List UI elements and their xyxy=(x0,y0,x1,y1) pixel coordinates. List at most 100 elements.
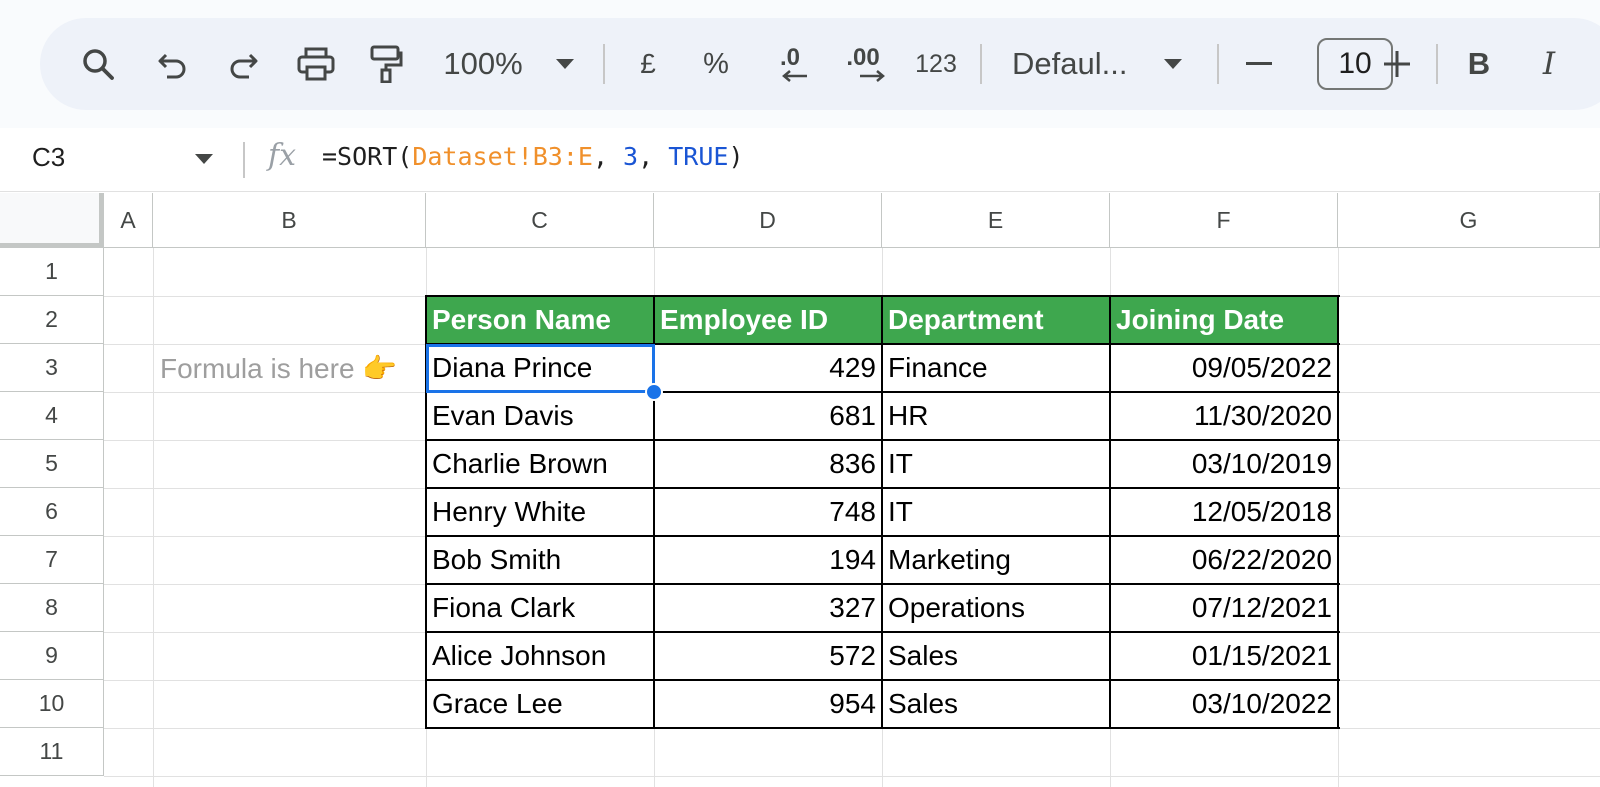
paint-format-icon[interactable] xyxy=(358,18,414,110)
name-box-dropdown-icon[interactable] xyxy=(195,154,213,164)
column-header-f[interactable]: F xyxy=(1110,193,1338,248)
table-border xyxy=(426,631,1340,633)
table-header-cell[interactable]: Person Name xyxy=(426,296,654,344)
column-header-a[interactable]: A xyxy=(104,193,153,248)
zoom-dropdown-icon[interactable] xyxy=(550,18,580,110)
row-header-4[interactable]: 4 xyxy=(0,392,104,440)
table-cell[interactable]: 09/05/2022 xyxy=(1110,344,1338,392)
table-border xyxy=(426,679,1340,681)
row-header-9[interactable]: 9 xyxy=(0,632,104,680)
formula-token: =SORT( xyxy=(322,142,413,171)
decrease-decimal-button[interactable]: .0 xyxy=(762,18,818,110)
row-header-2[interactable]: 2 xyxy=(0,296,104,344)
table-cell[interactable]: 572 xyxy=(654,632,882,680)
column-header-b[interactable]: B xyxy=(153,193,426,248)
select-all-corner[interactable] xyxy=(0,193,104,248)
zoom-value[interactable]: 100% xyxy=(438,18,528,110)
table-cell[interactable]: Evan Davis xyxy=(426,392,654,440)
table-border xyxy=(426,583,1340,585)
spreadsheet-grid: A B C D E F G 1 2 3 4 5 6 7 8 9 10 11 Formula is here 👉 Per… xyxy=(0,193,1600,787)
fill-handle[interactable] xyxy=(645,383,663,401)
table-cell[interactable]: 12/05/2018 xyxy=(1110,488,1338,536)
row-header-7[interactable]: 7 xyxy=(0,536,104,584)
table-border xyxy=(1109,295,1111,729)
table-header-cell[interactable]: Department xyxy=(882,296,1110,344)
table-cell[interactable]: HR xyxy=(882,392,1110,440)
font-dropdown-icon[interactable] xyxy=(1158,18,1188,110)
currency-format-button[interactable]: £ xyxy=(628,18,668,110)
table-cell[interactable]: IT xyxy=(882,440,1110,488)
table-header-cell[interactable]: Joining Date xyxy=(1110,296,1338,344)
table-cell[interactable]: Henry White xyxy=(426,488,654,536)
formula-bar-divider xyxy=(243,142,245,178)
table-cell[interactable]: 07/12/2021 xyxy=(1110,584,1338,632)
row-header-6[interactable]: 6 xyxy=(0,488,104,536)
bold-button[interactable]: B xyxy=(1456,18,1502,110)
toolbar-divider xyxy=(980,44,982,84)
italic-button[interactable]: I xyxy=(1526,18,1572,110)
row-header-8[interactable]: 8 xyxy=(0,584,104,632)
print-icon[interactable] xyxy=(288,18,344,110)
row-header-1[interactable]: 1 xyxy=(0,248,104,296)
column-header-g[interactable]: G xyxy=(1338,193,1600,248)
table-cell[interactable]: 327 xyxy=(654,584,882,632)
table-cell[interactable]: IT xyxy=(882,488,1110,536)
table-border xyxy=(426,535,1340,537)
table-cell[interactable]: Grace Lee xyxy=(426,680,654,728)
search-icon[interactable] xyxy=(70,18,126,110)
table-border xyxy=(1337,295,1339,729)
table-cell[interactable]: 06/22/2020 xyxy=(1110,536,1338,584)
formula-token: ) xyxy=(728,142,744,171)
selected-cell-outline xyxy=(426,344,655,393)
table-cell[interactable]: Operations xyxy=(882,584,1110,632)
table-cell[interactable]: 11/30/2020 xyxy=(1110,392,1338,440)
formula-bar: C3 fx =SORT(Dataset!B3:E, 3, TRUE) xyxy=(0,128,1600,192)
formula-token: , xyxy=(592,142,624,171)
redo-icon[interactable] xyxy=(216,18,270,110)
arrow-left-icon xyxy=(782,70,807,82)
table-cell[interactable]: 681 xyxy=(654,392,882,440)
table-cell[interactable]: Sales xyxy=(882,680,1110,728)
table-border xyxy=(426,295,1340,297)
table-cell[interactable]: Sales xyxy=(882,632,1110,680)
formula-input[interactable]: =SORT(Dataset!B3:E, 3, TRUE) xyxy=(322,142,744,171)
fx-icon: fx xyxy=(268,138,297,173)
row-header-10[interactable]: 10 xyxy=(0,680,104,728)
table-cell[interactable]: 748 xyxy=(654,488,882,536)
table-border xyxy=(426,439,1340,441)
decrease-font-size-icon[interactable] xyxy=(1236,18,1282,110)
column-header-e[interactable]: E xyxy=(882,193,1110,248)
table-cell[interactable]: Marketing xyxy=(882,536,1110,584)
table-cell[interactable]: 03/10/2022 xyxy=(1110,680,1338,728)
increase-font-size-icon[interactable] xyxy=(1374,18,1420,110)
table-border xyxy=(426,727,1340,729)
table-cell[interactable]: 03/10/2019 xyxy=(1110,440,1338,488)
table-cell[interactable]: 01/15/2021 xyxy=(1110,632,1338,680)
undo-icon[interactable] xyxy=(146,18,200,110)
formula-note: Formula is here 👉 xyxy=(160,352,398,384)
table-header-cell[interactable]: Employee ID xyxy=(654,296,882,344)
table-cell[interactable]: Fiona Clark xyxy=(426,584,654,632)
column-header-d[interactable]: D xyxy=(654,193,882,248)
gridline-vertical xyxy=(153,248,154,787)
table-cell[interactable]: 836 xyxy=(654,440,882,488)
formula-token: TRUE xyxy=(668,142,729,171)
percent-format-button[interactable]: % xyxy=(696,18,736,110)
column-header-c[interactable]: C xyxy=(426,193,654,248)
row-header-11[interactable]: 11 xyxy=(0,728,104,776)
increase-decimal-button[interactable]: .00 xyxy=(830,18,896,110)
number-format-button[interactable]: 123 xyxy=(906,18,966,110)
name-box[interactable]: C3 xyxy=(32,142,65,173)
table-cell[interactable]: Bob Smith xyxy=(426,536,654,584)
row-header-5[interactable]: 5 xyxy=(0,440,104,488)
table-cell[interactable]: 954 xyxy=(654,680,882,728)
table-cell[interactable]: Finance xyxy=(882,344,1110,392)
table-cell[interactable]: Alice Johnson xyxy=(426,632,654,680)
table-cell[interactable]: 194 xyxy=(654,536,882,584)
toolbar: 100% £ % .0 .00 123 Defaul... 10 B I xyxy=(40,18,1600,110)
table-cell[interactable]: 429 xyxy=(654,344,882,392)
table-cell[interactable]: Charlie Brown xyxy=(426,440,654,488)
toolbar-area: 100% £ % .0 .00 123 Defaul... 10 B I xyxy=(0,0,1600,128)
font-family-select[interactable]: Defaul... xyxy=(1012,18,1142,110)
row-header-3[interactable]: 3 xyxy=(0,344,104,392)
